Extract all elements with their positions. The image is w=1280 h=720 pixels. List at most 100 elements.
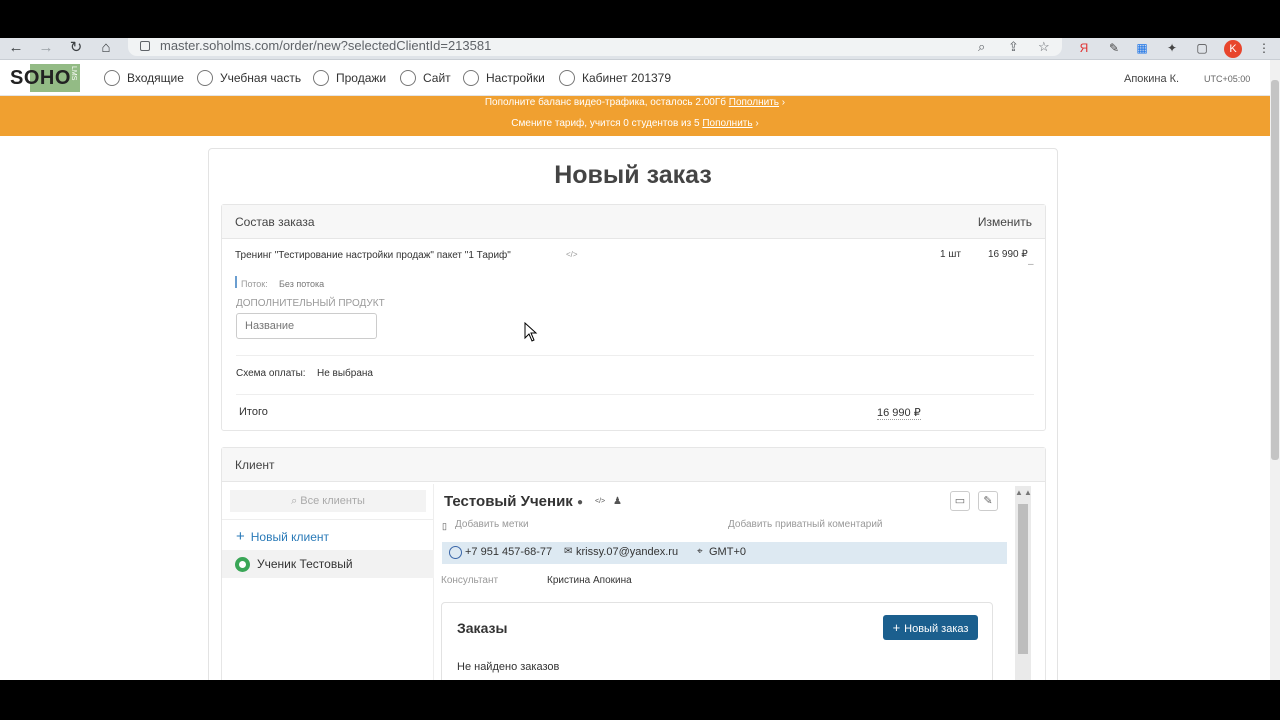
new-client-button[interactable]: + Новый клиент [236, 528, 329, 545]
nav-circle-icon [559, 70, 575, 86]
nav-item-sales[interactable]: Продажи [313, 68, 386, 88]
new-order-button-label: Новый заказ [904, 623, 969, 635]
search-icon: ⌕ [291, 495, 301, 507]
orders-title: Заказы [457, 620, 508, 636]
search-placeholder: Все клиенты [300, 495, 365, 507]
pen-extension-icon[interactable]: ✎ [1106, 40, 1122, 56]
section-header: Клиент [222, 448, 1045, 482]
payment-scheme-label: Схема оплаты: [236, 368, 306, 379]
new-order-card: Новый заказ Состав заказа Изменить Трени… [208, 148, 1058, 680]
screen-extension-icon[interactable]: ▦ [1134, 40, 1150, 56]
location-pin-icon: ⌖ [697, 546, 703, 557]
profile-avatar[interactable]: K [1224, 40, 1242, 58]
nav-item-label: Учебная часть [220, 71, 302, 85]
mail-icon: ✉ [564, 546, 573, 557]
page-scrollbar-thumb[interactable] [1271, 80, 1279, 460]
client-panel-scrollbar-thumb[interactable] [1018, 504, 1028, 654]
yandex-extension-icon[interactable]: Я [1076, 40, 1092, 56]
nav-item-settings[interactable]: Настройки [463, 68, 545, 88]
lock-icon [140, 41, 150, 51]
bookmark-star-icon[interactable]: ☆ [1038, 39, 1050, 55]
address-bar[interactable]: master.soholms.com/order/new?selectedCli… [128, 38, 1062, 56]
client-list-item[interactable]: Ученик Тестовый [222, 550, 434, 578]
client-list-item-name: Ученик Тестовый [257, 557, 353, 571]
nav-item-site[interactable]: Сайт [400, 68, 451, 88]
contact-bar: +7 951 457-68-77 ✉ krissy.07@yandex.ru ⌖… [442, 542, 1007, 564]
nav-item-label: Настройки [486, 71, 545, 85]
sidepanel-icon[interactable]: ▢ [1194, 40, 1210, 56]
banner-topup-link[interactable]: Пополнить [729, 97, 779, 108]
nav-item-label: Входящие [127, 71, 184, 85]
section-title: Состав заказа [235, 215, 315, 229]
share-icon[interactable]: ⇪ [1008, 39, 1019, 55]
eye-icon[interactable]: ● [577, 497, 583, 508]
price-extra-dash: – [1028, 259, 1034, 270]
forward-arrow-icon[interactable]: → [36, 39, 56, 57]
plus-icon: + [236, 528, 245, 545]
scroll-up-icon[interactable]: ▲ [1015, 488, 1023, 497]
page-scrollbar[interactable] [1270, 60, 1280, 680]
divider [236, 355, 1034, 356]
nav-item-cabinet[interactable]: Кабинет 201379 [559, 68, 671, 88]
home-icon[interactable]: ⌂ [96, 39, 116, 57]
section-header: Состав заказа Изменить [222, 205, 1045, 239]
user-icon[interactable]: ♟ [613, 496, 622, 507]
phone-status-icon [449, 546, 462, 559]
consultant-label: Консультант [441, 575, 499, 586]
zoom-icon[interactable]: ⌕ [978, 39, 985, 55]
nav-item-label: Кабинет 201379 [582, 71, 672, 85]
divider [236, 394, 1034, 395]
user-name[interactable]: Апокина К. [1124, 73, 1179, 85]
chevron-right-icon: › [781, 97, 786, 108]
reload-icon[interactable]: ↻ [66, 39, 86, 57]
nav-item-education[interactable]: Учебная часть [197, 68, 301, 88]
browser-toolbar: ← → ↻ ⌂ master.soholms.com/order/new?sel… [0, 38, 1280, 60]
kebab-menu-icon[interactable]: ⋮ [1256, 40, 1272, 56]
page-title: Новый заказ [554, 161, 712, 189]
logo-text: SOHO [10, 67, 71, 89]
orders-panel: Заказы + Новый заказ Не найдено заказов [441, 602, 993, 680]
nav-item-inbox[interactable]: Входящие [104, 68, 184, 88]
timezone-label: UTC+05:00 [1204, 74, 1251, 84]
new-order-button[interactable]: + Новый заказ [883, 615, 978, 640]
order-item-qty: 1 шт [940, 249, 961, 260]
url-text: master.soholms.com/order/new?selectedCli… [160, 38, 492, 53]
add-tags-link[interactable]: Добавить метки [455, 519, 529, 530]
soho-logo[interactable]: SOHO LMS [10, 64, 80, 92]
nav-item-label: Сайт [423, 71, 451, 85]
code-icon[interactable]: </> [566, 250, 578, 259]
nav-item-label: Продажи [336, 71, 387, 85]
chat-icon[interactable]: ▭ [950, 491, 970, 511]
nav-circle-icon [197, 70, 213, 86]
add-comment-link[interactable]: Добавить приватный коментарий [728, 519, 883, 530]
client-search-input[interactable]: ⌕ Все клиенты [230, 490, 426, 512]
order-composition-section: Состав заказа Изменить Тренинг "Тестиров… [221, 204, 1046, 431]
client-timezone: GMT+0 [709, 546, 746, 558]
chevron-right-icon: › [755, 118, 759, 129]
tag-icon: ▯ [442, 521, 447, 531]
stream-value: Без потока [279, 279, 325, 289]
banner-topup-link[interactable]: Пополнить [702, 118, 752, 129]
edit-pencil-icon[interactable]: ✎ [978, 491, 998, 511]
notification-banner: Пополните баланс видео-трафика, осталось… [0, 96, 1270, 136]
puzzle-extensions-icon[interactable]: ✦ [1164, 40, 1180, 56]
back-arrow-icon[interactable]: ← [6, 39, 26, 57]
total-label: Итого [239, 406, 268, 418]
nav-circle-icon [463, 70, 479, 86]
code-icon[interactable]: </> [595, 498, 605, 505]
payment-scheme-value[interactable]: Не выбрана [317, 368, 373, 379]
extra-product-input[interactable] [236, 313, 377, 339]
no-orders-text: Не найдено заказов [457, 661, 560, 673]
client-email[interactable]: krissy.07@yandex.ru [576, 546, 678, 558]
consultant-value: Кристина Апокина [547, 575, 632, 586]
total-value: 16 990 ₽ [877, 407, 921, 420]
client-status-icon [235, 557, 250, 572]
scroll-up-icon[interactable]: ▲ [1024, 488, 1032, 497]
banner-text: Пополните баланс видео-трафика, осталось… [484, 97, 726, 108]
client-phone[interactable]: +7 951 457-68-77 [465, 546, 552, 558]
edit-order-link[interactable]: Изменить [978, 215, 1032, 229]
client-section: Клиент ⌕ Все клиенты + Новый клиент Учени… [221, 447, 1046, 680]
client-panel-scrollbar[interactable]: ▲ ▲ [1015, 486, 1032, 680]
client-list-panel: ⌕ Все клиенты + Новый клиент Ученик Тесто… [222, 484, 434, 680]
nav-circle-icon [313, 70, 329, 86]
